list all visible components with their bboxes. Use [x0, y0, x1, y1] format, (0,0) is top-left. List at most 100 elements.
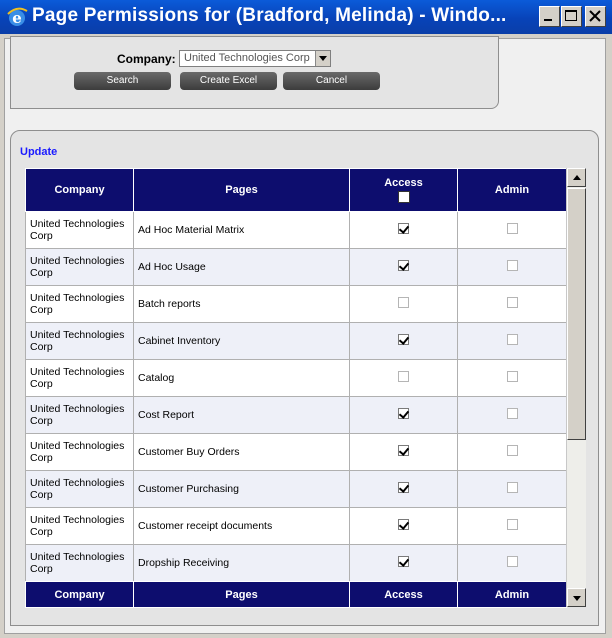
header-access: Access [349, 168, 458, 212]
header-pages: Pages [133, 168, 350, 212]
grid-header-row: Company Pages Access Admin [25, 168, 566, 212]
admin-checkbox[interactable] [506, 223, 518, 234]
minimize-button[interactable] [539, 6, 560, 27]
cell-company: United Technologies Corp [25, 396, 134, 434]
cell-page: Ad Hoc Usage [133, 248, 350, 286]
cell-access [349, 285, 458, 323]
table-row: United Technologies Corp Customer receipt… [25, 507, 566, 545]
table-row: United Technologies Corp Ad Hoc Usage [25, 248, 566, 286]
access-checkbox[interactable] [398, 519, 409, 530]
company-label: Company: [117, 52, 176, 66]
access-checkbox[interactable] [398, 556, 409, 567]
access-checkbox[interactable] [398, 482, 409, 493]
permissions-grid: Company Pages Access Admin United Techno… [25, 168, 566, 607]
cell-admin [457, 544, 566, 582]
cell-company: United Technologies Corp [25, 248, 134, 286]
cell-access [349, 211, 458, 249]
cell-admin [457, 211, 566, 249]
cell-admin [457, 507, 566, 545]
table-row: United Technologies Corp Cabinet Inventor… [25, 322, 566, 360]
access-checkbox[interactable] [398, 408, 409, 419]
window-title: Page Permissions for (Bradford, Melinda)… [32, 5, 507, 26]
access-checkbox[interactable] [398, 297, 409, 308]
cell-admin [457, 285, 566, 323]
company-select[interactable]: United Technologies Corp [179, 50, 331, 67]
cell-access [349, 396, 458, 434]
cell-page: Customer Buy Orders [133, 433, 350, 471]
scroll-down-icon [573, 596, 581, 601]
footer-company: Company [25, 581, 134, 608]
admin-checkbox[interactable] [506, 556, 518, 567]
cell-admin [457, 470, 566, 508]
admin-checkbox[interactable] [506, 334, 518, 345]
close-icon [589, 10, 601, 22]
cell-company: United Technologies Corp [25, 211, 134, 249]
scroll-down-button[interactable] [567, 588, 586, 607]
cell-admin [457, 248, 566, 286]
admin-checkbox[interactable] [506, 482, 518, 493]
cell-page: Catalog [133, 359, 350, 397]
scroll-thumb[interactable] [567, 188, 586, 440]
create-excel-button[interactable]: Create Excel [180, 72, 277, 90]
grid-scrollbar[interactable] [566, 168, 586, 607]
footer-access: Access [349, 581, 458, 608]
admin-checkbox[interactable] [506, 371, 518, 382]
maximize-icon [565, 10, 577, 21]
table-row: United Technologies Corp Customer Buy Ord… [25, 433, 566, 471]
cell-access [349, 359, 458, 397]
access-checkbox[interactable] [398, 445, 409, 456]
access-checkbox[interactable] [398, 260, 409, 271]
cell-company: United Technologies Corp [25, 359, 134, 397]
admin-checkbox[interactable] [506, 519, 518, 530]
cell-page: Customer receipt documents [133, 507, 350, 545]
footer-admin: Admin [457, 581, 567, 608]
cell-access [349, 544, 458, 582]
ie-icon: e [7, 7, 28, 27]
admin-checkbox[interactable] [506, 297, 518, 308]
table-row: United Technologies Corp Customer Purchas… [25, 470, 566, 508]
cell-admin [457, 433, 566, 471]
cell-access [349, 322, 458, 360]
admin-checkbox[interactable] [506, 408, 518, 419]
table-row: United Technologies Corp Ad Hoc Material … [25, 211, 566, 249]
grid-footer-row: Company Pages Access Admin [25, 581, 567, 608]
cell-access [349, 470, 458, 508]
footer-pages: Pages [133, 581, 350, 608]
cell-company: United Technologies Corp [25, 507, 134, 545]
cell-admin [457, 396, 566, 434]
update-link[interactable]: Update [20, 146, 57, 158]
access-checkbox[interactable] [398, 223, 409, 234]
access-checkbox[interactable] [398, 371, 409, 382]
cell-page: Batch reports [133, 285, 350, 323]
company-select-value: United Technologies Corp [184, 52, 310, 64]
cancel-button[interactable]: Cancel [283, 72, 380, 90]
cell-page: Cost Report [133, 396, 350, 434]
cell-company: United Technologies Corp [25, 544, 134, 582]
cell-access [349, 507, 458, 545]
select-all-access-checkbox[interactable] [397, 191, 410, 203]
cell-access [349, 248, 458, 286]
cell-company: United Technologies Corp [25, 433, 134, 471]
dropdown-arrow-icon[interactable] [315, 51, 330, 66]
maximize-button[interactable] [561, 6, 582, 27]
close-button[interactable] [585, 6, 606, 27]
admin-checkbox[interactable] [506, 260, 518, 271]
scroll-up-icon [573, 175, 581, 180]
scroll-up-button[interactable] [567, 168, 586, 187]
table-row: United Technologies Corp Catalog [25, 359, 566, 397]
cell-page: Customer Purchasing [133, 470, 350, 508]
header-access-label: Access [384, 177, 423, 189]
cell-admin [457, 359, 566, 397]
header-admin: Admin [457, 168, 566, 212]
title-bar: e Page Permissions for (Bradford, Melind… [0, 0, 612, 34]
cell-page: Dropship Receiving [133, 544, 350, 582]
cell-company: United Technologies Corp [25, 285, 134, 323]
cell-company: United Technologies Corp [25, 470, 134, 508]
admin-checkbox[interactable] [506, 445, 518, 456]
svg-text:e: e [12, 9, 22, 27]
access-checkbox[interactable] [398, 334, 409, 345]
cell-access [349, 433, 458, 471]
table-row: United Technologies Corp Dropship Receivi… [25, 544, 566, 582]
search-button[interactable]: Search [74, 72, 171, 90]
cell-admin [457, 322, 566, 360]
